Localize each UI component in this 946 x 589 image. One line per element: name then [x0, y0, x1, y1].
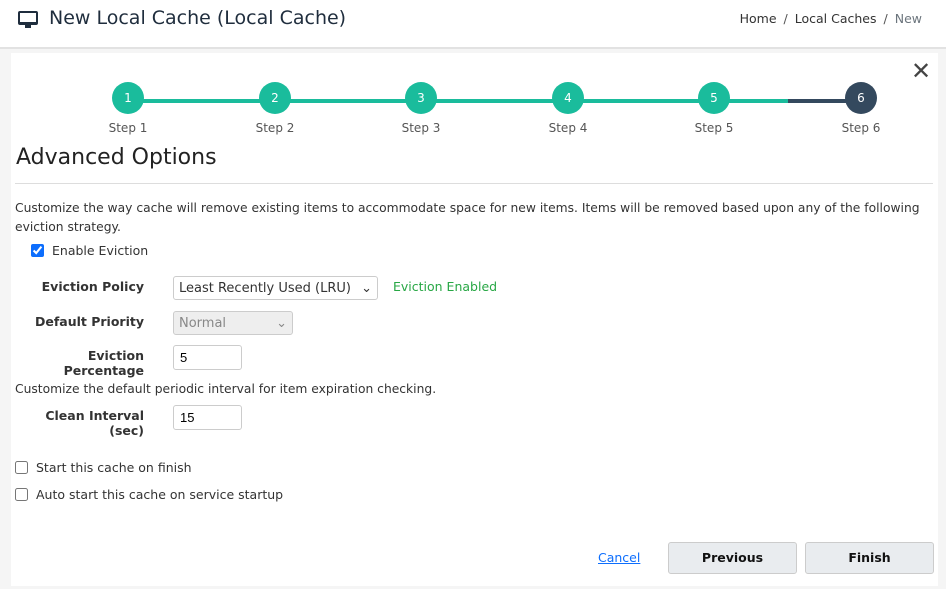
- close-icon[interactable]: ✕: [911, 59, 931, 83]
- default-priority-select[interactable]: Normal ⌄: [173, 311, 293, 335]
- eviction-description: Customize the way cache will remove exis…: [15, 201, 920, 234]
- eviction-status: Eviction Enabled: [393, 279, 498, 294]
- clean-interval-input[interactable]: [173, 405, 242, 430]
- step-2-indicator: 2: [259, 82, 291, 114]
- start-on-finish-checkbox[interactable]: Start this cache on finish: [15, 460, 192, 475]
- page-header: New Local Cache (Local Cache) Home / Local…: [0, 0, 946, 49]
- section-title: Advanced Options: [16, 145, 217, 170]
- enable-eviction-input[interactable]: [31, 244, 44, 257]
- breadcrumb-home[interactable]: Home: [740, 11, 777, 26]
- step-2-label: Step 2: [255, 121, 295, 135]
- page-title: New Local Cache (Local Cache): [49, 7, 347, 29]
- finish-button[interactable]: Finish: [805, 542, 934, 574]
- clean-interval-label: Clean Interval (sec): [45, 408, 144, 438]
- step-6-indicator: 6: [845, 82, 877, 114]
- previous-button[interactable]: Previous: [668, 542, 797, 574]
- step-4-label: Step 4: [548, 121, 588, 135]
- breadcrumb: Home / Local Caches / New: [739, 11, 922, 26]
- step-3-label: Step 3: [401, 121, 441, 135]
- eviction-percentage-label: Eviction Percentage: [63, 348, 144, 378]
- breadcrumb-local-caches[interactable]: Local Caches: [795, 11, 877, 26]
- default-priority-label: Default Priority: [34, 314, 144, 329]
- monitor-icon: [18, 11, 38, 28]
- step-1-label: Step 1: [108, 121, 148, 135]
- step-6-label: Step 6: [841, 121, 881, 135]
- enable-eviction-checkbox[interactable]: Enable Eviction: [31, 243, 148, 258]
- chevron-down-icon: ⌄: [361, 280, 372, 296]
- breadcrumb-current: New: [894, 11, 922, 26]
- step-1-indicator: 1: [112, 82, 144, 114]
- chevron-down-icon: ⌄: [276, 315, 287, 331]
- wizard-card: ✕ 1 Step 1 2 Step 2 3 Step 3 4 Step 4 5 Step 5 6 St…: [11, 53, 938, 586]
- divider: [15, 183, 933, 184]
- eviction-policy-label: Eviction Policy: [41, 279, 144, 294]
- eviction-percentage-input[interactable]: [173, 345, 242, 370]
- auto-start-checkbox[interactable]: Auto start this cache on service startup: [15, 487, 283, 502]
- step-3-indicator: 3: [405, 82, 437, 114]
- step-4-indicator: 4: [552, 82, 584, 114]
- cancel-link[interactable]: Cancel: [598, 550, 640, 565]
- eviction-policy-select[interactable]: Least Recently Used (LRU) ⌄: [173, 276, 378, 300]
- step-5-label: Step 5: [694, 121, 734, 135]
- progress-track-completed: [128, 99, 788, 103]
- step-5-indicator: 5: [698, 82, 730, 114]
- expiration-description: Customize the default periodic interval …: [15, 382, 437, 396]
